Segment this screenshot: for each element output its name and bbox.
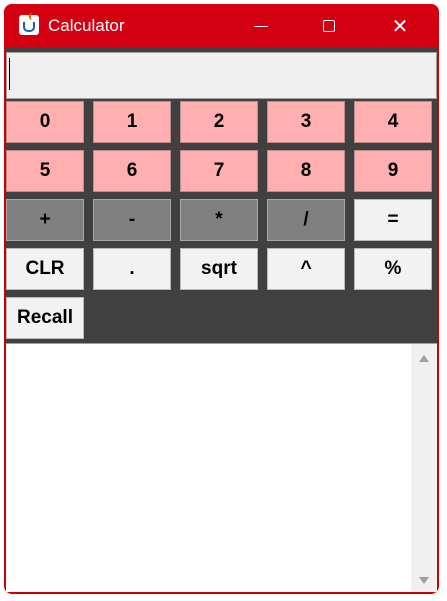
title-bar[interactable]: Calculator ✕: [4, 4, 439, 48]
minimize-button[interactable]: [238, 4, 284, 48]
digit-5-button[interactable]: 5: [6, 150, 84, 192]
digit-6-button[interactable]: 6: [93, 150, 171, 192]
scroll-down-arrow-icon[interactable]: [419, 577, 429, 584]
window-title: Calculator: [48, 16, 125, 35]
multiply-button[interactable]: *: [180, 199, 258, 241]
digit-8-button[interactable]: 8: [267, 150, 345, 192]
close-icon: ✕: [391, 14, 409, 38]
digit-1-button[interactable]: 1: [93, 101, 171, 143]
maximize-icon: [323, 20, 335, 32]
divide-button[interactable]: /: [267, 199, 345, 241]
digit-2-button[interactable]: 2: [180, 101, 258, 143]
power-button[interactable]: ^: [267, 248, 345, 290]
calculator-panel: 0 1 2 3 4 5 6 7 8 9 + - * / = CLR . sqrt…: [6, 48, 437, 592]
maximize-button[interactable]: [306, 4, 352, 48]
vertical-scrollbar[interactable]: [411, 344, 437, 592]
java-cup-icon: [19, 13, 39, 35]
minimize-icon: [254, 25, 268, 27]
display-field[interactable]: [6, 52, 437, 99]
equals-button[interactable]: =: [354, 199, 432, 241]
subtract-button[interactable]: -: [93, 199, 171, 241]
scroll-up-arrow-icon[interactable]: [419, 355, 429, 362]
decimal-point-button[interactable]: .: [93, 248, 171, 290]
digit-4-button[interactable]: 4: [354, 101, 432, 143]
calculator-window: Calculator ✕ 0 1 2 3 4 5 6 7 8 9 + - * /…: [4, 4, 439, 594]
history-text-area[interactable]: [6, 343, 437, 592]
add-button[interactable]: +: [6, 199, 84, 241]
sqrt-button[interactable]: sqrt: [180, 248, 258, 290]
digit-0-button[interactable]: 0: [6, 101, 84, 143]
percent-button[interactable]: %: [354, 248, 432, 290]
close-button[interactable]: ✕: [377, 4, 423, 48]
recall-button[interactable]: Recall: [6, 297, 84, 339]
digit-3-button[interactable]: 3: [267, 101, 345, 143]
clear-button[interactable]: CLR: [6, 248, 84, 290]
digit-9-button[interactable]: 9: [354, 150, 432, 192]
digit-7-button[interactable]: 7: [180, 150, 258, 192]
text-caret: [9, 58, 10, 90]
